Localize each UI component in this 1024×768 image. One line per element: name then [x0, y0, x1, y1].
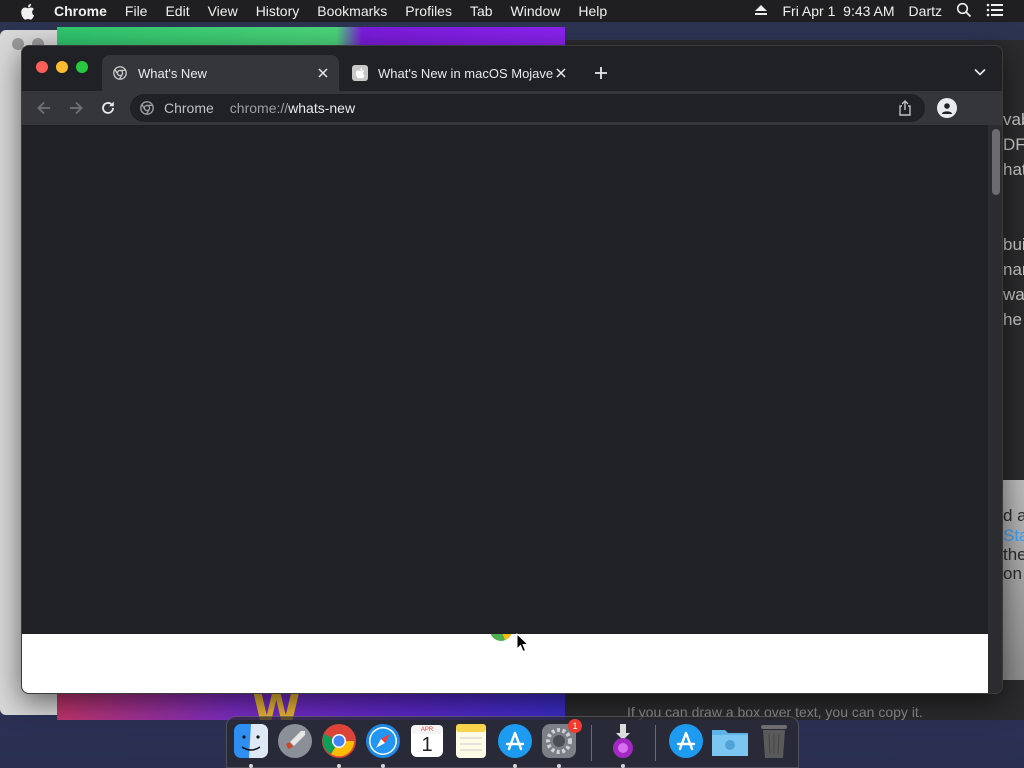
menu-edit[interactable]: Edit	[165, 3, 189, 19]
dock-running-indicator	[249, 764, 253, 768]
menu-window[interactable]: Window	[511, 3, 561, 19]
apple-menu-icon[interactable]	[20, 0, 38, 22]
page-content[interactable]	[22, 125, 988, 634]
address-bar[interactable]: Chrome chrome://whats-new	[130, 94, 925, 122]
page-content-lower[interactable]	[22, 634, 988, 693]
background-banner-top	[57, 27, 565, 47]
vertical-scrollbar[interactable]	[988, 125, 1002, 693]
dock-running-indicator	[381, 764, 385, 768]
tab-whats-new-macos-mojave[interactable]: What's New in macOS Mojave	[342, 55, 577, 91]
url-path: whats-new	[288, 100, 356, 116]
tab-whats-new[interactable]: What's New	[102, 55, 339, 91]
forward-button[interactable]	[64, 96, 88, 120]
menubar-datetime[interactable]: Fri Apr 1 9:43 AM	[782, 3, 894, 19]
control-center-icon[interactable]	[986, 3, 1004, 20]
background-text-fragment: wa	[1003, 285, 1024, 304]
url-scheme: chrome://	[229, 100, 289, 116]
menu-history[interactable]: History	[256, 3, 300, 19]
dock-calendar-icon[interactable]: APR 1	[408, 722, 446, 760]
apple-favicon-icon	[352, 65, 368, 81]
dock-chrome-icon[interactable]	[320, 722, 358, 760]
menu-profiles[interactable]: Profiles	[405, 3, 452, 19]
dock-running-indicator	[621, 764, 625, 768]
tab-title: What's New	[138, 65, 207, 81]
background-text-fragment: vab	[1003, 110, 1024, 129]
tab-search-chevron-icon[interactable]	[970, 62, 990, 82]
dock-running-indicator	[337, 764, 341, 768]
profile-avatar-icon[interactable]	[937, 98, 957, 118]
background-text-fragment: he	[1003, 310, 1022, 329]
dock-running-indicator	[557, 764, 561, 768]
reload-button[interactable]	[96, 96, 120, 120]
tab-close-icon[interactable]	[553, 65, 569, 81]
menu-file[interactable]: File	[125, 3, 148, 19]
dock-running-indicator	[513, 764, 517, 768]
new-tab-button[interactable]	[590, 62, 612, 84]
dock-app-store-folder-icon[interactable]	[667, 722, 705, 760]
dock-downloader-icon[interactable]	[604, 722, 642, 760]
chrome-icon	[140, 100, 156, 116]
tab-close-icon[interactable]	[315, 65, 331, 81]
calendar-day: 1	[421, 734, 433, 756]
dock-trash-icon[interactable]	[755, 722, 793, 760]
eject-icon[interactable]	[754, 3, 768, 19]
dock-system-preferences-icon[interactable]: 1	[540, 719, 582, 760]
menu-app-name[interactable]: Chrome	[54, 3, 107, 19]
scrollbar-thumb[interactable]	[992, 129, 1000, 195]
dock-finder-icon[interactable]	[232, 722, 270, 760]
dock: APR 1 1	[226, 716, 799, 768]
dock-launchpad-icon[interactable]	[276, 722, 314, 760]
loading-spinner-icon	[486, 634, 516, 644]
back-button[interactable]	[32, 96, 56, 120]
window-maximize-button[interactable]	[76, 61, 88, 73]
calendar-month: APR	[420, 727, 434, 733]
dock-separator	[655, 725, 656, 761]
background-text-fragment: on	[1003, 564, 1022, 583]
dock-separator	[591, 725, 592, 761]
menu-bookmarks[interactable]: Bookmarks	[317, 3, 387, 19]
menu-tab[interactable]: Tab	[470, 3, 493, 19]
dock-app-store-icon[interactable]	[496, 722, 534, 760]
background-text-fragment: the	[1003, 545, 1024, 564]
menu-help[interactable]: Help	[578, 3, 607, 19]
background-text-fragment: nar	[1003, 260, 1024, 279]
window-minimize-button[interactable]	[56, 61, 68, 73]
dock-safari-icon[interactable]	[364, 722, 402, 760]
tab-title: What's New in macOS Mojave	[378, 65, 553, 81]
menu-bar: Chrome File Edit View History Bookmarks …	[0, 0, 1024, 22]
background-text-fragment: hat	[1003, 160, 1024, 179]
spotlight-icon[interactable]	[956, 2, 972, 21]
dock-notes-icon[interactable]	[452, 722, 490, 760]
background-text-fragment: buil	[1003, 235, 1024, 254]
notification-badge: 1	[568, 719, 582, 733]
address-url: chrome://whats-new	[230, 100, 355, 116]
share-icon[interactable]	[895, 98, 915, 118]
mouse-pointer-icon	[516, 632, 530, 653]
address-chip-label: Chrome	[164, 100, 214, 116]
toolbar: Chrome chrome://whats-new	[22, 91, 1002, 125]
chrome-icon	[112, 65, 128, 81]
menu-view[interactable]: View	[208, 3, 238, 19]
background-text-fragment: DFs	[1003, 135, 1024, 154]
window-close-button[interactable]	[36, 61, 48, 73]
tab-strip: What's New What's New in macOS Mojave	[22, 46, 1002, 91]
background-link-fragment: Sta	[1003, 526, 1024, 545]
menubar-user[interactable]: Dartz	[909, 3, 942, 19]
chrome-window: What's New What's New in macOS Mojave Ch…	[21, 45, 1003, 694]
dock-downloads-folder-icon[interactable]	[711, 722, 749, 760]
background-text-fragment: d al	[1003, 506, 1024, 525]
